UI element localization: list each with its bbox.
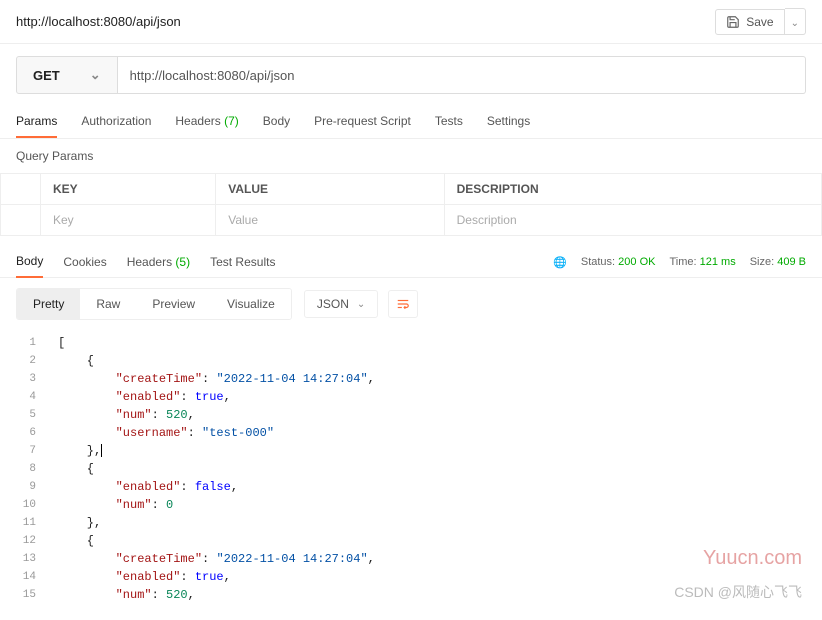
line-text: "enabled": true, xyxy=(50,570,231,584)
line-text: "createTime": "2022-11-04 14:27:04", xyxy=(50,372,375,386)
chevron-down-icon: ⌄ xyxy=(791,18,799,29)
wrap-button[interactable] xyxy=(388,290,418,318)
view-visualize[interactable]: Visualize xyxy=(211,289,291,319)
format-label: JSON xyxy=(317,297,349,311)
view-toolbar: Pretty Raw Preview Visualize JSON ⌄ xyxy=(0,278,822,330)
code-line: 9 "enabled": false, xyxy=(0,478,822,496)
desc-input[interactable]: Description xyxy=(444,205,821,236)
col-key: KEY xyxy=(41,174,216,205)
row-checkbox[interactable] xyxy=(1,205,41,236)
tab-authorization[interactable]: Authorization xyxy=(81,106,151,138)
line-number: 1 xyxy=(0,337,50,349)
response-body-code[interactable]: 1[2 {3 "createTime": "2022-11-04 14:27:0… xyxy=(0,330,822,608)
size-block[interactable]: Size: 409 B xyxy=(750,256,806,268)
line-text: "username": "test-000" xyxy=(50,426,274,440)
resp-tab-testresults[interactable]: Test Results xyxy=(210,247,275,277)
response-meta: 🌐 Status: 200 OK Time: 121 ms Size: 409 … xyxy=(553,256,806,269)
line-text: { xyxy=(50,534,94,548)
request-title: http://localhost:8080/api/json xyxy=(16,14,715,29)
tab-params[interactable]: Params xyxy=(16,106,57,138)
line-text: "enabled": false, xyxy=(50,480,238,494)
line-number: 2 xyxy=(0,355,50,367)
code-line: 7 }, xyxy=(0,442,822,460)
code-line: 3 "createTime": "2022-11-04 14:27:04", xyxy=(0,370,822,388)
code-line: 2 { xyxy=(0,352,822,370)
wrap-icon xyxy=(395,297,411,311)
params-table: KEY VALUE DESCRIPTION Key Value Descript… xyxy=(0,173,822,236)
url-input[interactable]: http://localhost:8080/api/json xyxy=(118,56,806,94)
line-number: 8 xyxy=(0,463,50,475)
line-number: 12 xyxy=(0,535,50,547)
tab-headers[interactable]: Headers (7) xyxy=(175,106,238,138)
request-tabs: Params Authorization Headers (7) Body Pr… xyxy=(0,106,822,139)
line-number: 10 xyxy=(0,499,50,511)
url-value: http://localhost:8080/api/json xyxy=(130,68,295,83)
status-block[interactable]: Status: 200 OK xyxy=(581,256,656,268)
col-desc: DESCRIPTION xyxy=(444,174,821,205)
key-input[interactable]: Key xyxy=(41,205,216,236)
resp-tab-body[interactable]: Body xyxy=(16,246,43,278)
line-number: 4 xyxy=(0,391,50,403)
save-label: Save xyxy=(746,15,773,29)
code-line: 5 "num": 520, xyxy=(0,406,822,424)
line-text: "createTime": "2022-11-04 14:27:04", xyxy=(50,552,375,566)
line-text: "num": 520, xyxy=(50,408,195,422)
code-line: 12 { xyxy=(0,532,822,550)
resp-tab-cookies[interactable]: Cookies xyxy=(63,247,106,277)
save-button[interactable]: Save xyxy=(715,9,784,35)
code-line: 4 "enabled": true, xyxy=(0,388,822,406)
line-number: 7 xyxy=(0,445,50,457)
code-line: 10 "num": 0 xyxy=(0,496,822,514)
save-dropdown-button[interactable]: ⌄ xyxy=(785,8,806,35)
tab-tests[interactable]: Tests xyxy=(435,106,463,138)
line-text: { xyxy=(50,462,94,476)
line-number: 14 xyxy=(0,571,50,583)
line-number: 6 xyxy=(0,427,50,439)
resp-tab-headers[interactable]: Headers (5) xyxy=(127,247,190,277)
method-label: GET xyxy=(33,68,60,83)
time-block[interactable]: Time: 121 ms xyxy=(669,256,735,268)
code-line: 14 "enabled": true, xyxy=(0,568,822,586)
line-number: 3 xyxy=(0,373,50,385)
line-text: }, xyxy=(50,444,102,458)
line-number: 9 xyxy=(0,481,50,493)
code-line: 6 "username": "test-000" xyxy=(0,424,822,442)
line-number: 11 xyxy=(0,517,50,529)
col-value: VALUE xyxy=(216,174,444,205)
view-pretty[interactable]: Pretty xyxy=(17,289,80,319)
code-line: 15 "num": 520, xyxy=(0,586,822,604)
col-checkbox xyxy=(1,174,41,205)
line-text: [ xyxy=(50,336,65,350)
method-selector[interactable]: GET ⌄ xyxy=(16,56,118,94)
chevron-down-icon: ⌄ xyxy=(90,67,101,83)
line-number: 5 xyxy=(0,409,50,421)
tab-settings[interactable]: Settings xyxy=(487,106,530,138)
code-line: 13 "createTime": "2022-11-04 14:27:04", xyxy=(0,550,822,568)
view-raw[interactable]: Raw xyxy=(80,289,136,319)
code-line: 8 { xyxy=(0,460,822,478)
query-params-heading: Query Params xyxy=(0,139,822,173)
format-selector[interactable]: JSON ⌄ xyxy=(304,290,378,318)
code-line: 1[ xyxy=(0,334,822,352)
chevron-down-icon: ⌄ xyxy=(357,299,365,310)
table-row: Key Value Description xyxy=(1,205,822,236)
value-input[interactable]: Value xyxy=(216,205,444,236)
line-number: 15 xyxy=(0,589,50,601)
line-text: "enabled": true, xyxy=(50,390,231,404)
topbar: http://localhost:8080/api/json Save ⌄ xyxy=(0,0,822,44)
line-text: "num": 0 xyxy=(50,498,173,512)
tab-prerequest[interactable]: Pre-request Script xyxy=(314,106,411,138)
response-tabs: Body Cookies Headers (5) Test Results 🌐 … xyxy=(0,236,822,278)
globe-icon[interactable]: 🌐 xyxy=(553,256,567,269)
line-text: "num": 520, xyxy=(50,588,195,602)
line-text: }, xyxy=(50,516,101,530)
tab-body[interactable]: Body xyxy=(263,106,290,138)
view-preview[interactable]: Preview xyxy=(136,289,211,319)
request-row: GET ⌄ http://localhost:8080/api/json xyxy=(0,44,822,106)
code-line: 11 }, xyxy=(0,514,822,532)
line-number: 13 xyxy=(0,553,50,565)
save-icon xyxy=(726,15,740,29)
line-text: { xyxy=(50,354,94,368)
view-mode-segment: Pretty Raw Preview Visualize xyxy=(16,288,292,320)
